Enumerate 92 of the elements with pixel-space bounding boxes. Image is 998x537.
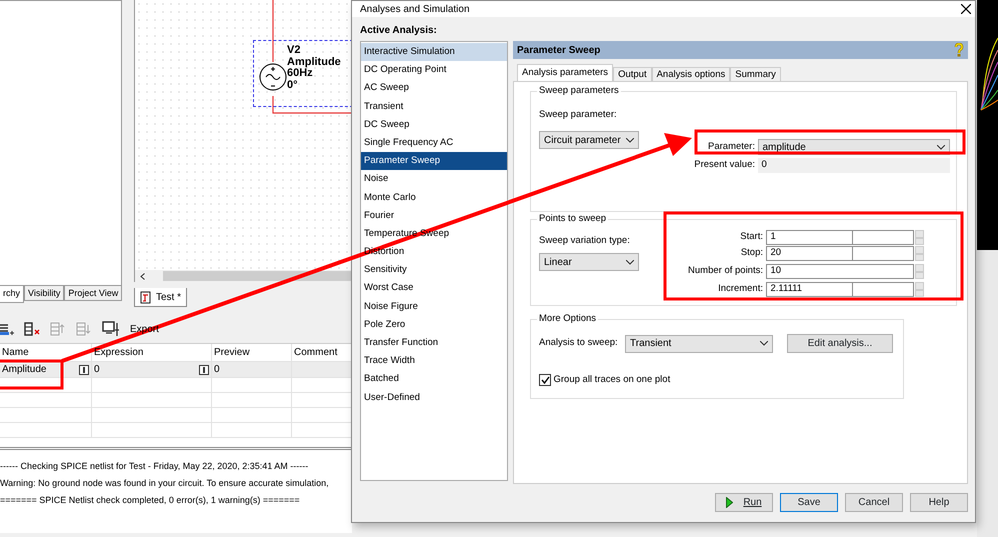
expand-icon — [199, 364, 209, 374]
analysis-item[interactable]: User-Defined — [361, 388, 507, 407]
sweep-variation-dropdown[interactable]: Linear — [539, 253, 639, 272]
analysis-item[interactable]: Transfer Function — [361, 334, 507, 352]
move-up-icon — [50, 322, 66, 336]
analysis-item[interactable]: Single Frequency AC — [361, 134, 507, 152]
column-header[interactable]: Name — [2, 345, 29, 360]
field-label: Sweep variation type: — [539, 234, 631, 248]
field-label: Number of points: — [687, 264, 763, 278]
analysis-item[interactable]: Trace Width — [361, 352, 507, 370]
value-field[interactable]: 20 — [766, 246, 852, 261]
list-heading: Active Analysis: — [360, 25, 437, 36]
tab[interactable]: Analysis parameters — [517, 64, 614, 81]
analysis-item[interactable]: Sensitivity — [361, 261, 507, 280]
analysis-item[interactable]: Batched — [361, 370, 507, 389]
dialog-button[interactable]: Help — [910, 493, 968, 512]
checkbox[interactable] — [539, 374, 551, 386]
output-line: ------ Checking SPICE netlist for Test - Friday, May 22, 2020, 2:35:41 AM ------ — [0, 460, 310, 473]
field-label: Parameter: — [707, 140, 755, 154]
sweep-parameter-dropdown[interactable]: Circuit parameter — [539, 131, 639, 150]
field-label: Analysis to sweep: — [539, 336, 619, 350]
field-label: Increment: — [717, 282, 763, 296]
component-value: 0° — [287, 80, 299, 91]
group-legend: Sweep parameters — [537, 85, 621, 97]
output-line: Warning: No ground node was found in your circuit. To ensure accurate simulation, — [0, 477, 330, 490]
analysis-item[interactable]: DC Sweep — [361, 116, 507, 134]
play-icon — [726, 497, 734, 508]
panel-tab[interactable]: Visibility — [24, 285, 64, 301]
group-legend: More Options — [537, 313, 598, 325]
chevron-down-icon — [626, 138, 634, 143]
analysis-item[interactable]: Interactive Simulation — [361, 43, 507, 62]
scroll-left-icon — [140, 272, 145, 280]
present-value-field: 0 — [758, 158, 950, 173]
expand-icon — [79, 364, 89, 374]
analysis-item[interactable]: Worst Case — [361, 279, 507, 298]
analysis-item[interactable]: Monte Carlo — [361, 188, 507, 207]
field-label: Start: — [739, 230, 763, 244]
help-icon — [954, 43, 964, 57]
chevron-down-icon — [626, 260, 634, 265]
horizontal-scrollbar[interactable] — [134, 270, 352, 282]
analysis-item[interactable]: DC Operating Point — [361, 61, 507, 80]
group-legend: Points to sweep — [537, 213, 608, 225]
table-cell-text: Amplitude — [2, 363, 46, 377]
dialog-button[interactable]: Cancel — [845, 493, 903, 512]
panel-tab[interactable]: rchy — [0, 285, 24, 303]
run-button[interactable]: Run — [715, 493, 773, 512]
tab[interactable]: Output — [613, 67, 652, 81]
unit-field[interactable] — [852, 230, 914, 245]
analysis-item[interactable]: Transient — [361, 98, 507, 116]
value-field[interactable]: 10 — [766, 264, 914, 279]
chevron-down-icon — [936, 144, 944, 150]
document-tab[interactable]: Test * — [134, 288, 188, 307]
highlight-frame — [0, 360, 64, 390]
table-cell-text: 0 — [94, 363, 100, 377]
component-value: Amplitude — [287, 56, 341, 68]
column-header[interactable]: Preview — [214, 345, 250, 360]
analysis-dropdown[interactable]: Transient — [625, 334, 773, 352]
analysis-item[interactable]: Parameter Sweep — [361, 152, 507, 170]
schematic-file-icon — [140, 290, 152, 304]
field-label: Stop: — [740, 246, 763, 260]
panel-title: Parameter Sweep — [517, 44, 600, 58]
field-label: Present value: — [693, 158, 755, 172]
close-icon — [961, 4, 971, 14]
edit-analysis-button[interactable]: Edit analysis... — [787, 334, 893, 353]
table-row[interactable]: Amplitude 0 0 — [0, 362, 352, 378]
monitor-icon — [102, 321, 120, 337]
column-header[interactable]: Expression — [94, 345, 144, 360]
chevron-down-icon — [760, 341, 768, 346]
value-field[interactable]: 2.11111 — [766, 282, 852, 297]
unit-field[interactable] — [852, 246, 914, 261]
add-row-icon — [0, 322, 14, 336]
move-down-icon — [76, 322, 92, 336]
tab[interactable]: Analysis options — [652, 67, 730, 81]
checkbox-label: Group all traces on one plot — [554, 373, 670, 387]
field-label: Sweep parameter: — [539, 108, 618, 122]
column-header[interactable]: Comment — [294, 345, 338, 360]
component-value: 60Hz — [287, 68, 313, 80]
analysis-item[interactable]: AC Sweep — [361, 79, 507, 98]
unit-field[interactable] — [852, 282, 914, 297]
analysis-item[interactable]: Noise Figure — [361, 298, 507, 316]
tab[interactable]: Summary — [730, 67, 781, 81]
component-label: V2 — [287, 45, 302, 56]
window-title: Analyses and Simulation — [360, 2, 470, 16]
analysis-item[interactable]: Fourier — [361, 206, 507, 225]
dialog-button[interactable]: Save — [780, 493, 838, 512]
table-cell-text: 0 — [214, 363, 220, 377]
value-field[interactable]: 1 — [766, 230, 852, 245]
panel-tab[interactable]: Project View — [64, 285, 122, 301]
delete-row-icon — [24, 322, 40, 336]
output-line: ======= SPICE Netlist check completed, 0 error(s), 1 warning(s) ======= — [0, 494, 301, 507]
analysis-item[interactable]: Noise — [361, 170, 507, 188]
analysis-item[interactable]: Pole Zero — [361, 316, 507, 334]
